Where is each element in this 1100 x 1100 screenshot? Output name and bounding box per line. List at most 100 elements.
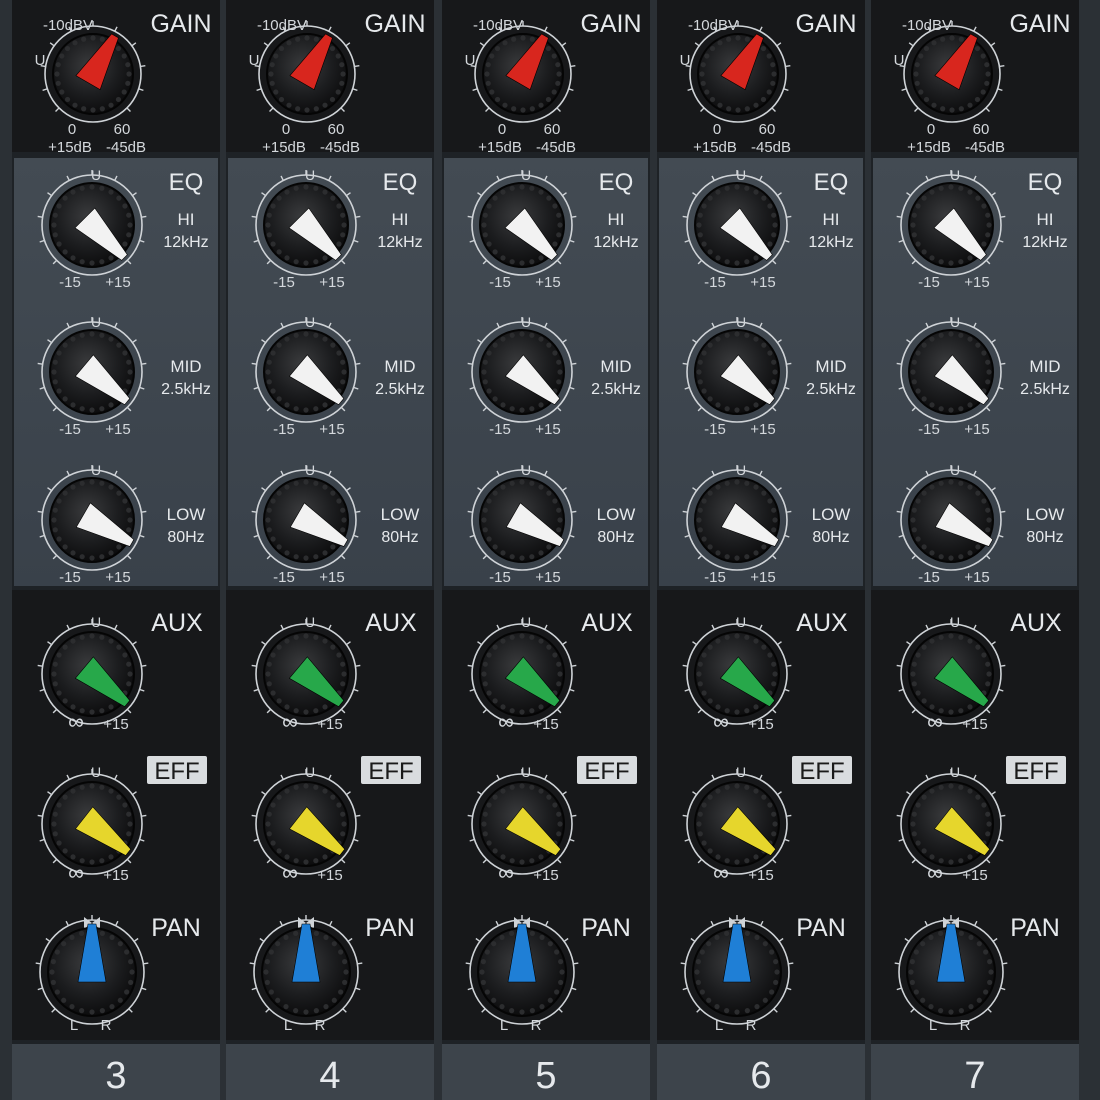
knob-knurl	[707, 848, 713, 854]
knob-knurl	[313, 784, 319, 790]
knob-knurl	[70, 550, 76, 556]
knob-knurl	[715, 854, 721, 860]
knob-knurl	[754, 934, 760, 940]
knob-knurl	[948, 633, 954, 639]
knob-knurl	[717, 102, 723, 108]
knob-knurl	[546, 794, 552, 800]
knob-knurl	[90, 107, 96, 113]
channel-number: 7	[964, 1055, 985, 1097]
knob-knurl	[494, 96, 501, 103]
gain-label: GAIN	[580, 10, 641, 38]
knob-knurl	[303, 709, 309, 715]
knob-knurl	[923, 96, 930, 103]
knob-knurl	[127, 369, 133, 375]
channel-number: 5	[535, 1055, 556, 1097]
knob-knurl	[529, 185, 535, 191]
knob-knurl	[546, 644, 552, 650]
knob-knurl	[70, 402, 76, 408]
knob-knurl	[910, 369, 916, 375]
knob-knurl	[986, 369, 992, 375]
knob-knurl	[270, 498, 276, 504]
knob-knurl	[715, 550, 721, 556]
eq-minus15-label: -15	[704, 421, 726, 438]
knob-knurl	[986, 222, 992, 228]
knob-knurl	[967, 638, 973, 644]
knob-knurl	[915, 203, 921, 209]
knob-knurl	[303, 407, 309, 413]
knob-knurl	[911, 359, 917, 365]
knob-tick	[682, 814, 688, 817]
knob-knurl	[341, 517, 347, 523]
knob-knurl	[700, 80, 706, 86]
knob-knurl	[329, 96, 336, 103]
knob-knurl	[126, 661, 132, 667]
knob-knurl	[773, 959, 779, 965]
knob-knurl	[767, 802, 773, 808]
gain-max-label: 60	[328, 121, 345, 138]
knob-knurl	[546, 544, 552, 550]
knob-knurl	[52, 831, 58, 837]
knob-knurl	[61, 941, 67, 947]
knob-knurl	[486, 802, 492, 808]
gain-min-label: 0	[927, 121, 935, 138]
knob-knurl	[284, 402, 290, 408]
knob-knurl	[486, 690, 492, 696]
eq-minus15-label: -15	[59, 569, 81, 586]
knob-knurl	[342, 959, 348, 965]
pan-right-label: R	[746, 1017, 757, 1034]
knob-knurl	[538, 638, 544, 644]
knob-knurl	[69, 1004, 75, 1010]
knob-knurl	[62, 698, 68, 704]
knob-tick	[785, 65, 791, 68]
knob-knurl	[975, 490, 981, 496]
hi-band-label: HI	[392, 210, 409, 229]
knob-knurl	[70, 189, 76, 195]
knob-knurl	[61, 997, 67, 1003]
eff-inf-label: ∞	[68, 860, 84, 885]
knob-knurl	[313, 185, 319, 191]
knob-knurl	[55, 80, 61, 86]
knob-knurl	[519, 184, 525, 190]
knob-knurl	[304, 107, 310, 113]
knob-knurl	[304, 35, 310, 41]
knob-knurl	[52, 527, 58, 533]
knob-knurl	[744, 185, 750, 191]
knob-knurl	[714, 1004, 720, 1010]
knob-knurl	[127, 517, 133, 523]
knob-tick	[251, 814, 257, 817]
knob-knurl	[56, 203, 62, 209]
knob-knurl	[771, 379, 777, 385]
knob-knurl	[920, 997, 926, 1003]
knob-knurl	[734, 709, 740, 715]
knob-knurl	[519, 260, 525, 266]
knob-knurl	[99, 554, 105, 560]
knob-knurl	[958, 554, 964, 560]
knob-knurl	[99, 259, 105, 265]
knob-knurl	[529, 634, 535, 640]
knob-knurl	[89, 709, 95, 715]
knob-knurl	[99, 858, 105, 864]
knob-knurl	[265, 222, 271, 228]
knob-knurl	[551, 89, 557, 95]
knob-knurl	[715, 255, 721, 261]
knob-knurl	[491, 941, 497, 947]
knob-knurl	[284, 638, 290, 644]
knob-knurl	[108, 854, 114, 860]
knob-tick	[251, 664, 257, 667]
knob-knurl	[958, 708, 964, 714]
knob-knurl	[707, 195, 713, 201]
knob-knurl	[986, 517, 992, 523]
knob-knurl	[54, 71, 60, 77]
mixer-channel-strips: -10dBV GAINU0 60+15dB -45dBEQU-15 +15HI12kHz…	[0, 0, 1100, 1100]
knob-knurl	[529, 259, 535, 265]
knob-knurl	[62, 490, 68, 496]
knob-knurl	[52, 661, 58, 667]
strip-divider	[650, 0, 657, 1100]
eq-plus15-label: +15	[105, 421, 130, 438]
knob-knurl	[929, 189, 935, 195]
eq-minus15-label: -15	[704, 569, 726, 586]
gain-max-label: 60	[759, 121, 776, 138]
knob-knurl	[89, 260, 95, 266]
knob-knurl	[529, 554, 535, 560]
knob-knurl	[558, 959, 564, 965]
